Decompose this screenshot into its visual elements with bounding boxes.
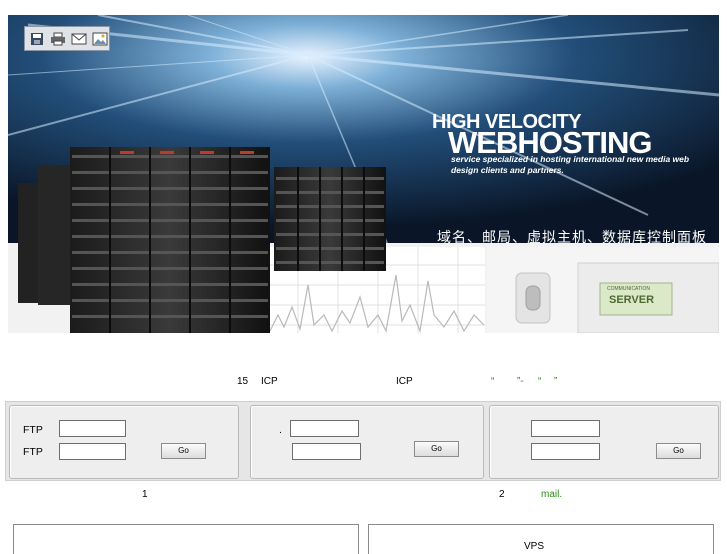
hero-banner: HIGH VELOCITY WEBHOSTING service special… (8, 15, 719, 333)
ftp-label-2: FTP (23, 446, 43, 458)
ftp-go-button[interactable]: Go (161, 443, 206, 459)
footnote-2: 2 (499, 489, 505, 500)
vps-title: VPS (524, 541, 545, 552)
notice-number: 15 (237, 376, 249, 387)
mail-icon[interactable] (70, 30, 88, 48)
save-icon[interactable] (28, 30, 46, 48)
right-input-1[interactable] (531, 420, 600, 437)
device-label-main: SERVER (609, 294, 655, 306)
middle-go-button[interactable]: Go (414, 441, 459, 457)
device-label-top: COMMUNICATION (607, 286, 650, 292)
right-input-2[interactable] (531, 443, 600, 460)
ftp-input-1[interactable] (59, 420, 126, 437)
notice-quote-close-1: ”- (517, 376, 524, 387)
ftp-label-1: FTP (23, 424, 43, 436)
ftp-input-2[interactable] (59, 443, 126, 460)
print-icon[interactable] (49, 30, 67, 48)
notice-quote-open-2: “ (538, 376, 542, 387)
middle-panel-mark: . (279, 424, 282, 436)
middle-panel: . Go (250, 405, 484, 479)
notice-quote-close-2: ” (554, 376, 558, 387)
ftp-panel: FTP FTP Go (9, 405, 239, 479)
bottom-right-box: VPS (368, 524, 714, 554)
middle-input-1[interactable] (290, 420, 359, 437)
notice-icp-1: ICP (261, 376, 278, 387)
photo-icon[interactable] (91, 30, 109, 48)
footnote-1: 1 (142, 489, 148, 500)
mail-link[interactable]: mail. (541, 489, 562, 500)
banner-toolbar (24, 26, 110, 51)
banner-subtitle: service specialized in hosting internati… (451, 154, 690, 175)
notice-quote-open-1: “ (491, 376, 495, 387)
middle-input-2[interactable] (292, 443, 361, 460)
right-go-button[interactable]: Go (656, 443, 701, 459)
bottom-left-box (13, 524, 359, 554)
notice-icp-2: ICP (396, 376, 413, 387)
right-panel: Go (489, 405, 719, 479)
banner-chinese-caption: 域名、邮局、虚拟主机、数据库控制面板 (437, 230, 707, 246)
